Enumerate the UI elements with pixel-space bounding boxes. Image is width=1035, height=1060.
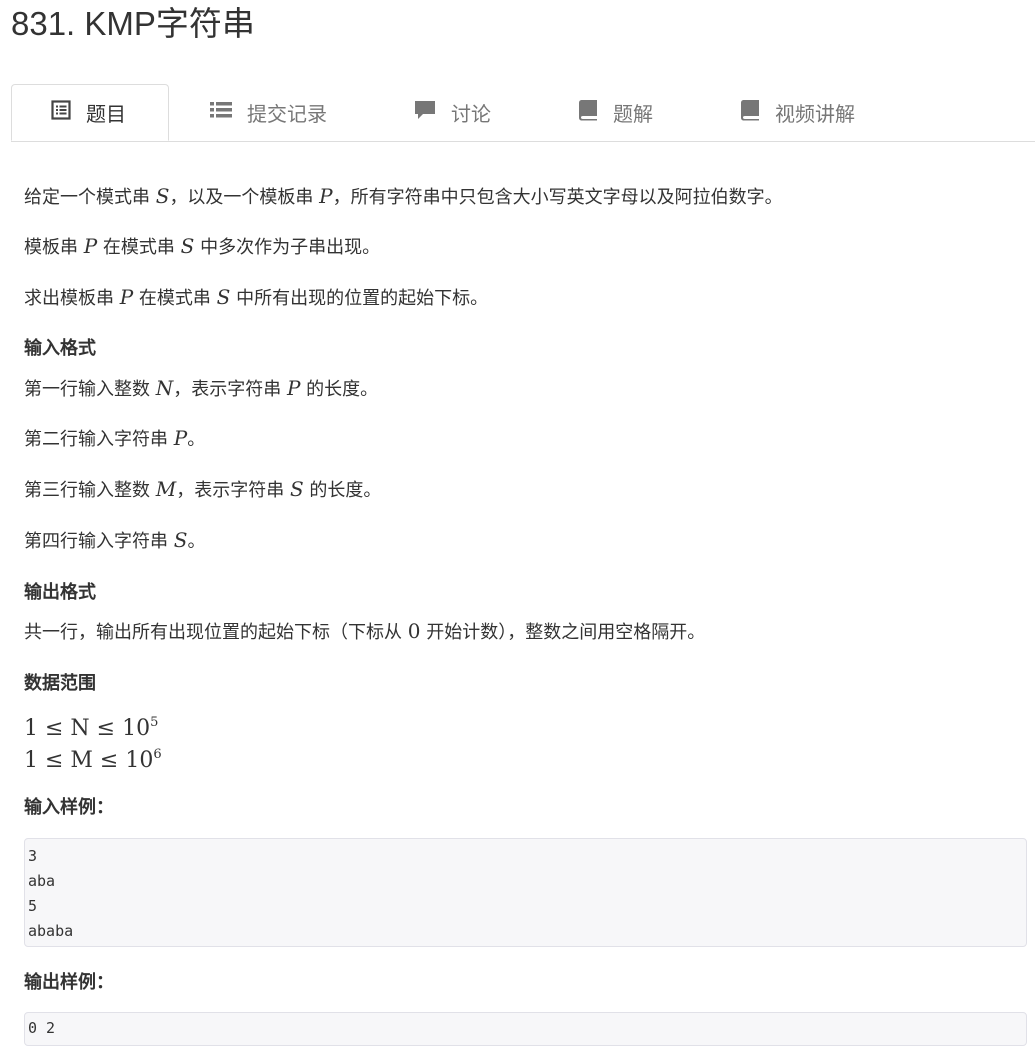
sample-input-code: 3 aba 5 ababa [24,838,1027,947]
book-icon [740,99,760,126]
math-var: P [119,285,134,309]
input-format-line: 第四行输入字符串 S。 [24,527,205,555]
tab-solutions[interactable]: 题解 [578,84,653,141]
text: ，表示字符串 [173,379,287,400]
section-heading: 输出样例： [24,972,114,993]
output-format-line: 共一行，输出所有出现位置的起始下标（下标从 0 开始计数），整数之间用空格隔开。 [24,618,705,646]
math-var: S [289,477,304,501]
text: 开始计数），整数之间用空格隔开。 [420,622,706,643]
text: 给定一个模式串 [24,187,156,208]
text: 共一行，输出所有出现位置的起始下标（下标从 [24,622,408,643]
data-range-line: 1 ≤ M ≤ 106 [24,740,162,776]
sample-output-code: 0 2 [24,1012,1027,1046]
text: 在模式串 [133,288,217,309]
tab-label: 讨论 [451,102,491,126]
math-var: S [173,528,188,552]
text: 在模式串 [97,237,181,258]
text: 中所有出现的位置的起始下标。 [230,288,489,309]
input-format-line: 第三行输入整数 M，表示字符串 S 的长度。 [24,476,381,504]
statement-line: 给定一个模式串 S，以及一个模板串 P，所有字符串中只包含大小写英文字母以及阿拉… [24,183,783,211]
math-var: P [319,184,333,208]
text: 求出模板串 [24,288,120,309]
math-var: N [155,376,174,400]
math-var: S [155,184,170,208]
math-exponent: 6 [153,747,162,762]
section-heading: 输入样例： [24,797,114,818]
tab-label: 题目 [86,102,126,126]
document-list-icon [51,100,71,125]
math-var: P [83,234,98,258]
text: 。 [187,531,206,552]
page-title: 831. KMP字符串 [11,5,255,42]
text: 第一行输入整数 [24,379,156,400]
text: 模板串 [24,237,84,258]
math-var: S [180,234,195,258]
tab-label: 提交记录 [247,102,327,126]
math-number: 0 [407,619,421,643]
text: 的长度。 [300,379,379,400]
math-var: P [286,376,301,400]
text: ，所有字符串中只包含大小写英文字母以及阿拉伯数字。 [332,187,783,208]
text: 。 [187,429,206,450]
text: 第二行输入字符串 [24,429,174,450]
tab-problem[interactable]: 题目 [11,84,169,141]
book-icon [578,99,598,126]
math-exponent: 5 [150,715,159,730]
tab-bar: 题目 提交记录 讨论 题解 视频讲解 [11,84,1035,142]
statement-line: 模板串 P 在模式串 S 中多次作为子串出现。 [24,233,380,261]
math-expression: 1 ≤ M ≤ 10 [24,748,154,773]
input-format-line: 第二行输入字符串 P。 [24,425,205,453]
math-var: M [155,477,177,501]
statement-line: 求出模板串 P 在模式串 S 中所有出现的位置的起始下标。 [24,284,488,312]
math-var: P [173,426,188,450]
text: 第三行输入整数 [24,480,156,501]
math-var: S [216,285,231,309]
math-expression: 1 ≤ N ≤ 10 [24,716,151,741]
comment-icon [414,99,436,126]
tab-label: 题解 [613,102,653,126]
tab-discussion[interactable]: 讨论 [414,84,491,141]
data-range-line: 1 ≤ N ≤ 105 [24,708,158,744]
text: ，表示字符串 [176,480,290,501]
tab-label: 视频讲解 [775,102,855,126]
text: 第四行输入字符串 [24,531,174,552]
text: 的长度。 [303,480,382,501]
section-heading: 输入格式 [24,338,96,359]
tab-submissions[interactable]: 提交记录 [210,84,327,141]
text: ，以及一个模板串 [169,187,320,208]
input-format-line: 第一行输入整数 N，表示字符串 P 的长度。 [24,375,378,403]
section-heading: 输出格式 [24,582,96,603]
section-heading: 数据范围 [24,673,96,694]
text: 中多次作为子串出现。 [194,237,381,258]
tab-video[interactable]: 视频讲解 [740,84,855,141]
list-icon [210,100,232,125]
